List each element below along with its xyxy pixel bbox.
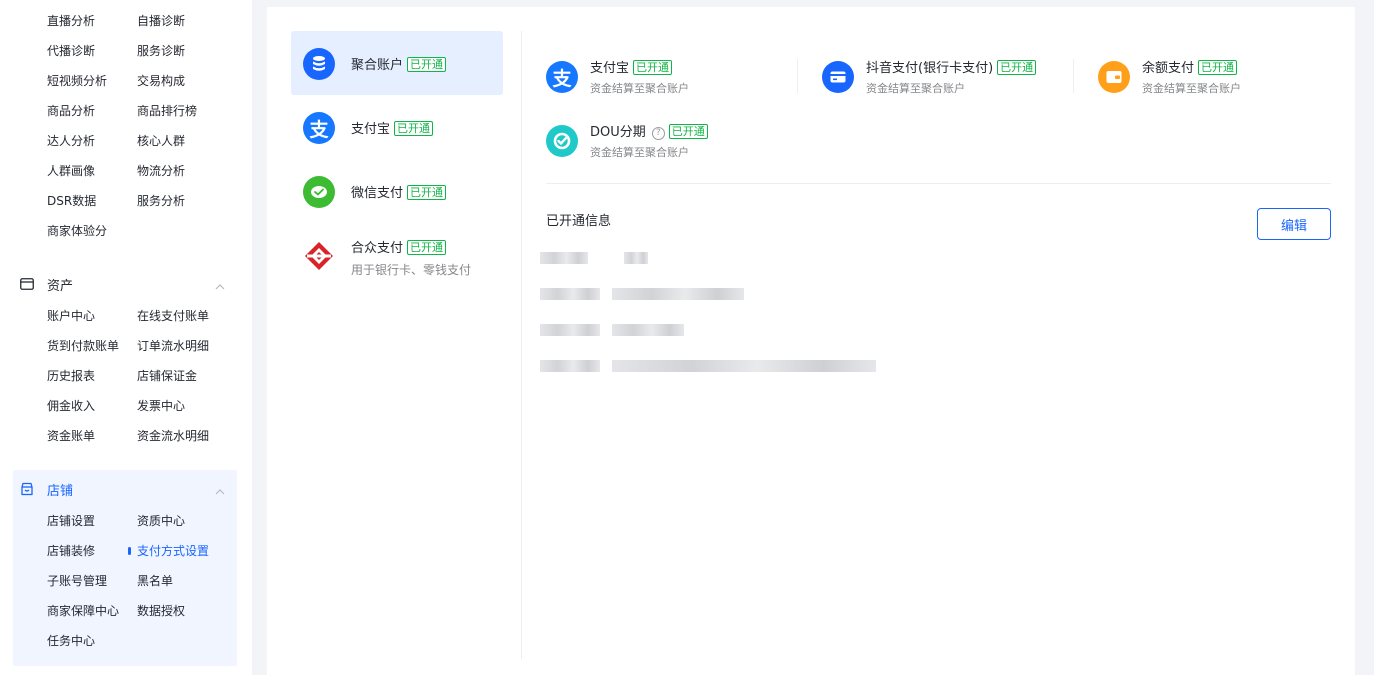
wallet-card-icon [20,277,34,291]
method-hezhong-pay[interactable]: 合众支付 已开通 用于银行卡、零钱支付 [291,223,503,287]
edit-button[interactable]: 编辑 [1257,208,1331,240]
separator [797,59,798,93]
sidebar-item-influencer-analysis[interactable]: 达人分析 [47,133,95,149]
method-name: 微信支付 [351,186,404,201]
channel-name: 抖音支付(银行卡支付) [866,61,994,76]
method-name: 聚合账户 [351,58,404,73]
sidebar-item-blacklist[interactable]: 黑名单 [137,573,173,589]
chevron-up-icon [214,278,226,290]
sidebar-item-account-center[interactable]: 账户中心 [47,308,95,324]
sidebar-item-cod-bill[interactable]: 货到付款账单 [47,338,119,354]
channel-description: 资金结算至聚合账户 [590,146,689,159]
method-aggregated-account[interactable]: 聚合账户 已开通 [291,31,503,95]
method-name: 合众支付 [351,241,404,256]
sidebar-item-audience-profile[interactable]: 人群画像 [47,163,95,179]
hezhong-icon [303,240,335,272]
sidebar-item-fund-flow-detail[interactable]: 资金流水明细 [137,428,209,444]
channel-name: 支付宝 [590,61,630,76]
database-icon [303,48,335,80]
sidebar-item-store-deposit[interactable]: 店铺保证金 [137,368,197,384]
wallet-icon [1098,61,1130,93]
method-description: 用于银行卡、零钱支付 [351,263,472,277]
sidebar: 直播分析 自播诊断 代播诊断 服务诊断 短视频分析 交易构成 商品分析 商品排行… [0,0,252,675]
sidebar-item-core-audience[interactable]: 核心人群 [137,133,185,149]
method-name: 支付宝 [351,122,391,137]
sidebar-item-merchant-experience-score[interactable]: 商家体验分 [47,223,107,239]
status-badge: 已开通 [407,240,447,255]
sidebar-section-title: 店铺 [47,483,74,499]
channel-name: 余额支付 [1142,61,1195,76]
sidebar-item-order-flow-detail[interactable]: 订单流水明细 [137,338,209,354]
dou-installment-icon [546,125,578,157]
sidebar-section-store[interactable]: 店铺 [20,478,232,500]
wechat-pay-icon [303,176,335,208]
status-badge: 已开通 [1198,60,1238,75]
sidebar-item-product-analysis[interactable]: 商品分析 [47,103,95,119]
status-badge: 已开通 [668,124,708,139]
sidebar-item-store-decoration[interactable]: 店铺装修 [47,543,95,559]
sidebar-item-product-ranking[interactable]: 商品排行榜 [137,103,197,119]
horizontal-divider [546,183,1331,184]
sidebar-item-fund-bill[interactable]: 资金账单 [47,428,95,444]
sidebar-item-service-diagnosis[interactable]: 服务诊断 [137,43,185,59]
sidebar-item-live-analysis[interactable]: 直播分析 [47,13,95,29]
vertical-divider [521,31,522,659]
chevron-up-icon [214,483,226,495]
status-badge: 已开通 [394,121,434,136]
sidebar-item-merchant-protection-center[interactable]: 商家保障中心 [47,603,119,619]
sidebar-item-dsr-data[interactable]: DSR数据 [47,193,96,209]
sidebar-item-commission-income[interactable]: 佣金收入 [47,398,95,414]
bank-card-icon [822,61,854,93]
sidebar-item-payment-method-settings[interactable]: 支付方式设置 [137,543,209,559]
status-badge: 已开通 [997,60,1037,75]
sidebar-item-task-center[interactable]: 任务中心 [47,633,95,649]
activated-info-title: 已开通信息 [546,214,612,229]
sidebar-section-title: 资产 [47,278,74,294]
sidebar-item-qualification-center[interactable]: 资质中心 [137,513,185,529]
method-wechat-pay[interactable]: 微信支付 已开通 [291,159,503,223]
status-badge: 已开通 [633,60,673,75]
sidebar-item-agent-live-diagnosis[interactable]: 代播诊断 [47,43,95,59]
sidebar-item-store-settings[interactable]: 店铺设置 [47,513,95,529]
separator [1073,59,1074,93]
sidebar-item-trade-composition[interactable]: 交易构成 [137,73,185,89]
method-alipay[interactable]: 支 支付宝 已开通 [291,95,503,159]
channel-name: DOU分期 [590,125,646,140]
active-indicator [128,547,131,555]
shop-icon [20,482,34,496]
sidebar-section-assets[interactable]: 资产 [20,273,232,295]
sidebar-item-short-video-analysis[interactable]: 短视频分析 [47,73,107,89]
sidebar-item-history-report[interactable]: 历史报表 [47,368,95,384]
sidebar-item-data-authorization[interactable]: 数据授权 [137,603,185,619]
sidebar-item-sub-account-management[interactable]: 子账号管理 [47,573,107,589]
status-badge: 已开通 [407,185,447,200]
alipay-icon: 支 [546,61,578,93]
alipay-icon: 支 [303,112,335,144]
channel-description: 资金结算至聚合账户 [866,82,965,95]
help-icon[interactable]: ? [651,126,665,140]
sidebar-item-self-live-diagnosis[interactable]: 自播诊断 [137,13,185,29]
status-badge: 已开通 [407,57,447,72]
sidebar-item-invoice-center[interactable]: 发票中心 [137,398,185,414]
payment-settings-card: 聚合账户已开通 支 支付宝已开通 微信支付已开通 合众支付已开通 用于银 [267,7,1355,675]
sidebar-item-logistics-analysis[interactable]: 物流分析 [137,163,185,179]
sidebar-item-service-analysis[interactable]: 服务分析 [137,193,185,209]
channel-description: 资金结算至聚合账户 [590,82,689,95]
sidebar-item-online-payment-bill[interactable]: 在线支付账单 [137,308,209,324]
channel-description: 资金结算至聚合账户 [1142,82,1241,95]
